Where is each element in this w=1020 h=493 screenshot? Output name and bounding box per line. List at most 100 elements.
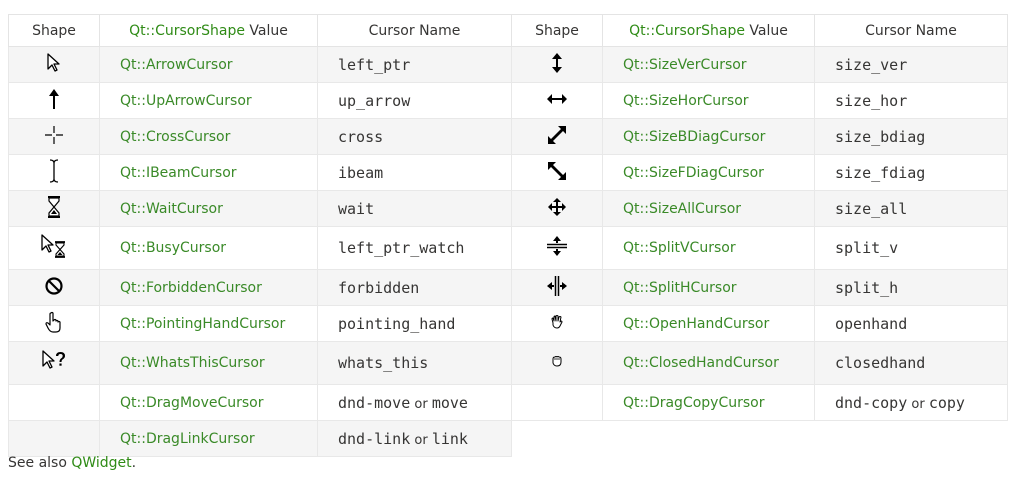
split-v-cursor-icon — [546, 235, 568, 261]
cursor-name-primary: dnd-link — [338, 429, 411, 448]
shape-cell — [8, 269, 100, 306]
qwidget-link[interactable]: QWidget — [71, 455, 131, 471]
cursor-value-link[interactable]: Qt::DragLinkCursor — [120, 431, 255, 447]
cursor-value-link[interactable]: Qt::SizeVerCursor — [623, 57, 747, 73]
cursor-value-link[interactable]: Qt::WaitCursor — [120, 201, 223, 217]
cursor-value-link[interactable]: Qt::WhatsThisCursor — [120, 355, 265, 371]
cursor-value-link[interactable]: Qt::DragCopyCursor — [623, 395, 764, 411]
cursor-name-cell: dnd-link or link — [317, 420, 512, 457]
cursor-value-link[interactable]: Qt::PointingHandCursor — [120, 316, 285, 332]
shape-cell-empty — [8, 384, 100, 421]
cursor-value-link[interactable]: Qt::BusyCursor — [120, 240, 226, 256]
cursor-value-link[interactable]: Qt::OpenHandCursor — [623, 316, 769, 332]
cursor-value-link[interactable]: Qt::ForbiddenCursor — [120, 280, 262, 296]
shape-cell — [511, 46, 603, 83]
value-cell: Qt::WhatsThisCursor — [99, 341, 318, 385]
table-row: Qt::IBeamCursor ibeam Qt::SizeFDiagCurso… — [8, 154, 1008, 191]
wait-cursor-icon — [46, 195, 62, 222]
table-row: Qt::UpArrowCursor up_arrow Qt::SizeHorCu… — [8, 82, 1008, 119]
header-cursor-name-2: Cursor Name — [814, 14, 1008, 47]
cursor-name-cell: up_arrow — [317, 82, 512, 119]
table-row: Qt::DragMoveCursor dnd-move or move Qt::… — [8, 384, 1008, 421]
empty-cell — [511, 420, 1008, 457]
cursor-value-link[interactable]: Qt::SizeFDiagCursor — [623, 165, 764, 181]
header-cursor-name: Cursor Name — [317, 14, 512, 47]
cursor-name-cell: openhand — [814, 305, 1008, 342]
header-shape: Shape — [8, 14, 100, 47]
value-cell: Qt::DragMoveCursor — [99, 384, 318, 421]
shape-cell — [511, 154, 603, 191]
cursor-name-cell: size_fdiag — [814, 154, 1008, 191]
value-cell: Qt::SizeHorCursor — [602, 82, 815, 119]
value-cell: Qt::ForbiddenCursor — [99, 269, 318, 306]
shape-cell — [8, 190, 100, 227]
shape-cell — [511, 118, 603, 155]
or-separator: or — [907, 396, 929, 412]
cursor-value-link[interactable]: Qt::UpArrowCursor — [120, 93, 252, 109]
value-cell: Qt::SizeBDiagCursor — [602, 118, 815, 155]
cursor-value-link[interactable]: Qt::IBeamCursor — [120, 165, 237, 181]
cursor-name-cell: dnd-copy or copy — [814, 384, 1008, 421]
cursor-name-cell: left_ptr — [317, 46, 512, 83]
size-ver-cursor-icon — [550, 52, 564, 78]
cursor-name-cell: forbidden — [317, 269, 512, 306]
shape-cell — [8, 305, 100, 342]
value-cell: Qt::SizeAllCursor — [602, 190, 815, 227]
header-value-suffix-2: Value — [744, 22, 788, 39]
header-value-2: Qt::CursorShape Value — [602, 14, 815, 47]
size-bdiag-cursor-icon — [547, 125, 567, 149]
size-all-cursor-icon — [547, 197, 567, 221]
cursor-name-alternate: move — [431, 393, 468, 412]
value-cell: Qt::SizeFDiagCursor — [602, 154, 815, 191]
cursor-name-cell: left_ptr_watch — [317, 226, 512, 270]
shape-cell-empty — [511, 384, 603, 421]
cursor-value-link[interactable]: Qt::CrossCursor — [120, 129, 230, 145]
shape-cell — [8, 154, 100, 191]
or-separator: or — [410, 432, 432, 448]
see-also-suffix: . — [131, 455, 137, 471]
table-row: Qt::ArrowCursor left_ptr Qt::SizeVerCurs… — [8, 46, 1008, 83]
shape-cell — [8, 341, 100, 385]
header-value-link[interactable]: Qt::CursorShape — [129, 23, 245, 39]
cursor-value-link[interactable]: Qt::DragMoveCursor — [120, 395, 264, 411]
see-also-prefix: See also — [8, 455, 72, 471]
cursor-name-cell: wait — [317, 190, 512, 227]
cursor-name-cell: size_all — [814, 190, 1008, 227]
header-value-suffix: Value — [244, 22, 288, 39]
value-cell: Qt::DragCopyCursor — [602, 384, 815, 421]
table-header-row: Shape Qt::CursorShape Value Cursor Name … — [8, 14, 1008, 47]
shape-cell — [511, 226, 603, 270]
table-row: Qt::ForbiddenCursor forbidden Qt::SplitH… — [8, 269, 1008, 306]
arrow-cursor-icon — [46, 52, 62, 77]
shape-cell — [8, 46, 100, 83]
pointing-hand-cursor-icon — [45, 311, 63, 337]
value-cell: Qt::SplitVCursor — [602, 226, 815, 270]
cursor-value-link[interactable]: Qt::ClosedHandCursor — [623, 355, 779, 371]
cursor-value-link[interactable]: Qt::ArrowCursor — [120, 57, 233, 73]
cursor-name-alternate: link — [431, 429, 468, 448]
value-cell: Qt::UpArrowCursor — [99, 82, 318, 119]
table-row: Qt::WaitCursor wait Qt::SizeAllCursor si… — [8, 190, 1008, 227]
cursor-name-cell: size_bdiag — [814, 118, 1008, 155]
cursor-name-cell: ibeam — [317, 154, 512, 191]
split-h-cursor-icon — [546, 275, 568, 301]
cursor-name-cell: pointing_hand — [317, 305, 512, 342]
cursor-value-link[interactable]: Qt::SizeHorCursor — [623, 93, 749, 109]
header-value: Qt::CursorShape Value — [99, 14, 318, 47]
cursor-name-cell: size_hor — [814, 82, 1008, 119]
busy-cursor-icon — [40, 234, 68, 262]
header-value-link-2[interactable]: Qt::CursorShape — [629, 23, 745, 39]
cursor-name-cell: dnd-move or move — [317, 384, 512, 421]
cursor-name-cell: closedhand — [814, 341, 1008, 385]
value-cell: Qt::DragLinkCursor — [99, 420, 318, 457]
cursor-value-link[interactable]: Qt::SplitHCursor — [623, 280, 737, 296]
up-arrow-cursor-icon — [48, 88, 60, 114]
cursor-shape-table: Shape Qt::CursorShape Value Cursor Name … — [8, 14, 1008, 457]
shape-cell — [511, 305, 603, 342]
cursor-value-link[interactable]: Qt::SizeAllCursor — [623, 201, 741, 217]
value-cell: Qt::SplitHCursor — [602, 269, 815, 306]
shape-cell — [8, 118, 100, 155]
cursor-value-link[interactable]: Qt::SizeBDiagCursor — [623, 129, 765, 145]
cursor-value-link[interactable]: Qt::SplitVCursor — [623, 240, 736, 256]
closed-hand-cursor-icon — [549, 354, 565, 372]
